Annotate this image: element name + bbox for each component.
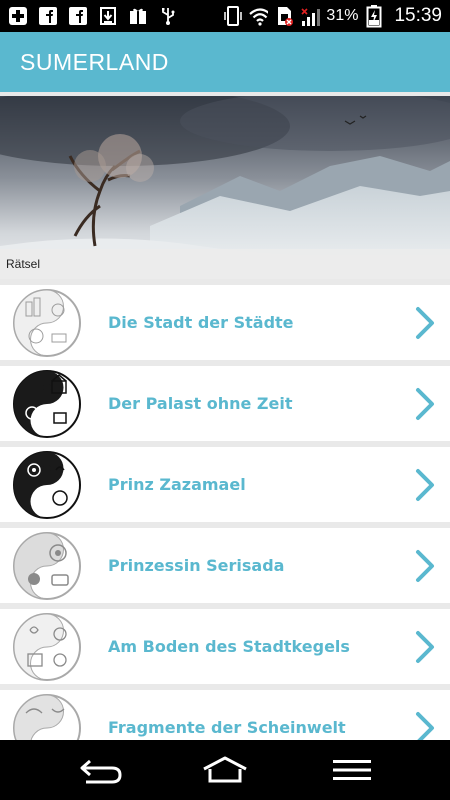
clock: 15:39 [394, 5, 442, 26]
phone-vibrate-icon [222, 6, 243, 26]
facebook-icon [68, 6, 88, 26]
list-item[interactable]: Prinz Zazamael [0, 447, 450, 522]
download-icon [98, 6, 118, 26]
list-item-label: Am Boden des Stadtkegels [108, 637, 350, 656]
chapter-list: Die Stadt der Städte Der Palast ohne Zei… [0, 285, 450, 771]
chevron-right-icon [416, 469, 434, 501]
princess-emblem-icon [13, 532, 81, 600]
home-icon [203, 756, 247, 783]
chevron-right-icon [416, 550, 434, 582]
chevron-right-icon [416, 307, 434, 339]
back-button[interactable] [70, 752, 130, 788]
app-bar: SUMERLAND [0, 32, 450, 92]
prince-emblem-icon [13, 451, 81, 519]
list-item-label: Prinz Zazamael [108, 475, 246, 494]
palace-emblem-icon [13, 370, 81, 438]
chevron-right-icon [416, 631, 434, 663]
list-item[interactable]: Am Boden des Stadtkegels [0, 609, 450, 684]
back-icon [80, 759, 122, 784]
hero-caption: Rätsel [6, 257, 41, 271]
gift-icon [128, 6, 148, 26]
list-item-label: Der Palast ohne Zeit [108, 394, 293, 413]
cone-emblem-icon [13, 613, 81, 681]
menu-button[interactable] [322, 752, 382, 788]
hero-banner[interactable]: Rätsel [0, 96, 450, 279]
hero-caption-bar: Rätsel [0, 249, 450, 279]
usb-icon [158, 6, 178, 26]
facebook-icon [38, 6, 58, 26]
app-title: SUMERLAND [20, 48, 169, 75]
city-emblem-icon [13, 289, 81, 357]
chevron-right-icon [416, 388, 434, 420]
list-item-label: Prinzessin Serisada [108, 556, 285, 575]
home-button[interactable] [195, 752, 255, 788]
wifi-icon [248, 6, 269, 26]
sim-icon [274, 6, 294, 26]
list-item[interactable]: Der Palast ohne Zeit [0, 366, 450, 441]
list-item[interactable]: Prinzessin Serisada [0, 528, 450, 603]
battery-percentage: 31% [326, 7, 359, 24]
list-item[interactable]: Die Stadt der Städte [0, 285, 450, 360]
navigation-bar [0, 740, 450, 800]
status-bar: 31% 15:39 [0, 0, 450, 32]
add-icon [8, 6, 28, 26]
battery-icon [364, 5, 384, 28]
app-screen: 31% 15:39 SUMERLAND Rätsel Die Stadt der… [0, 0, 450, 800]
signal-icon [300, 6, 321, 26]
menu-icon [333, 760, 371, 780]
list-item-label: Die Stadt der Städte [108, 313, 294, 332]
